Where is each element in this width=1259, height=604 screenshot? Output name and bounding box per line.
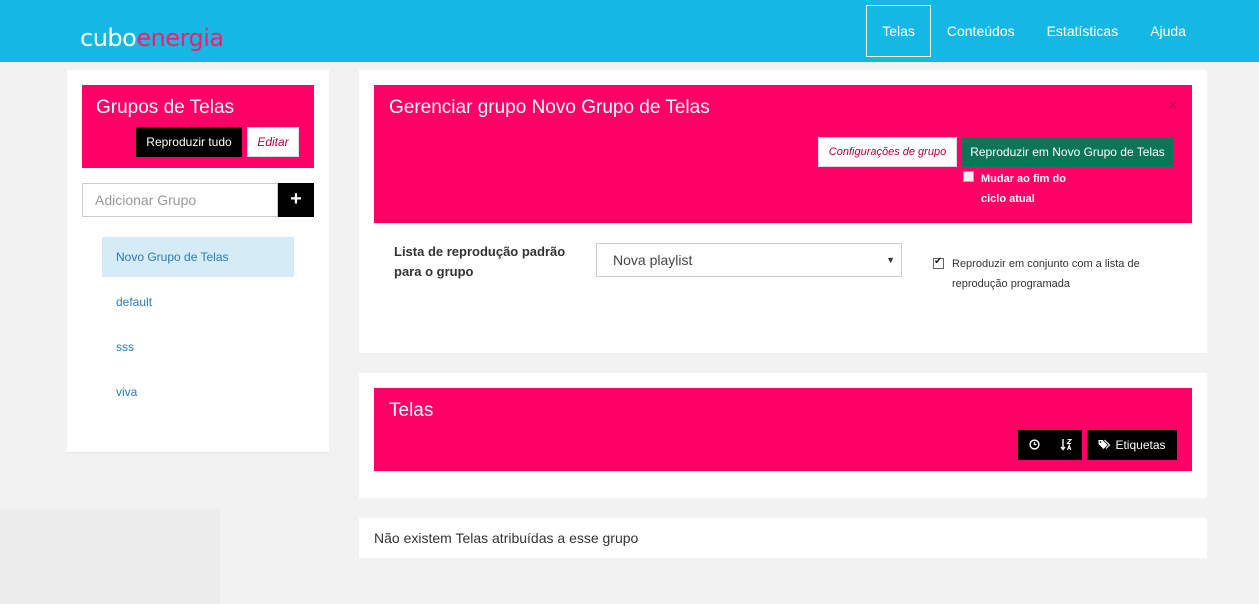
brand-logo[interactable]: cuboenergia xyxy=(80,24,224,52)
caret-down-icon: ▼ xyxy=(886,255,895,265)
screens-panel-title: Telas xyxy=(389,400,434,421)
play-in-group-button[interactable]: Reproduzir em Novo Grupo de Telas xyxy=(962,137,1173,167)
play-together-label: Reproduzir em conjunto com a lista de re… xyxy=(952,258,1140,290)
nav-estatisticas[interactable]: Estatísticas xyxy=(1031,5,1135,57)
group-item-novo-grupo[interactable]: Novo Grupo de Telas xyxy=(102,237,294,277)
main-nav: Telas Conteúdos Estatísticas Ajuda xyxy=(866,5,1202,57)
group-settings-button[interactable]: Configurações de grupo xyxy=(818,137,957,167)
manage-group-title: Gerenciar grupo Novo Grupo de Telas xyxy=(389,97,710,118)
manage-group-header: Gerenciar grupo Novo Grupo de Telas × Co… xyxy=(374,85,1192,223)
nav-telas[interactable]: Telas xyxy=(866,5,931,57)
edit-button[interactable]: Editar xyxy=(247,127,299,157)
playlist-selected-value: Nova playlist xyxy=(613,252,693,268)
add-group-input[interactable]: Adicionar Grupo xyxy=(82,183,278,217)
play-together-checkbox[interactable] xyxy=(933,256,944,269)
screens-panel-header: Telas Etiquetas xyxy=(374,388,1192,471)
brand-logo-part1: cubo xyxy=(80,24,137,52)
nav-ajuda[interactable]: Ajuda xyxy=(1134,5,1202,57)
group-item-sss[interactable]: sss xyxy=(102,327,294,367)
brand-logo-part2: energia xyxy=(136,24,224,52)
screens-panel: Telas Etiquetas xyxy=(359,373,1207,498)
play-all-button[interactable]: Reproduzir tudo xyxy=(136,127,242,157)
clock-button[interactable] xyxy=(1018,430,1050,460)
add-group-button[interactable]: + xyxy=(278,183,314,217)
plus-icon: + xyxy=(290,188,302,210)
close-icon[interactable]: × xyxy=(1167,95,1178,116)
cycle-checkbox[interactable] xyxy=(963,171,974,182)
nav-conteudos[interactable]: Conteúdos xyxy=(931,5,1031,57)
group-item-default[interactable]: default xyxy=(102,282,294,322)
group-item-viva[interactable]: viva xyxy=(102,372,294,412)
sort-alpha-icon xyxy=(1059,438,1072,451)
screens-empty-state: Não existem Telas atribuídas a esse grup… xyxy=(359,518,1207,558)
sort-button[interactable] xyxy=(1050,430,1082,460)
manage-group-panel: Gerenciar grupo Novo Grupo de Telas × Co… xyxy=(359,70,1207,353)
top-navbar: cuboenergia Telas Conteúdos Estatísticas… xyxy=(0,0,1259,62)
groups-panel-header: Grupos de Telas Reproduzir tudo Editar xyxy=(82,85,314,168)
group-list: Novo Grupo de Telas default sss viva xyxy=(102,237,294,417)
tags-button[interactable]: Etiquetas xyxy=(1087,430,1177,460)
cycle-checkbox-label: Mudar ao fim do ciclo atual xyxy=(981,173,1066,205)
tags-button-label: Etiquetas xyxy=(1115,438,1166,452)
default-playlist-label: Lista de reprodução padrão para o grupo xyxy=(394,244,566,279)
groups-panel: Grupos de Telas Reproduzir tudo Editar A… xyxy=(67,70,329,452)
clock-icon xyxy=(1028,439,1040,450)
empty-message: Não existem Telas atribuídas a esse grup… xyxy=(374,530,639,546)
tags-icon xyxy=(1098,439,1111,449)
default-playlist-select[interactable]: Nova playlist ▼ xyxy=(596,243,902,277)
background-shade xyxy=(0,509,220,604)
groups-panel-title: Grupos de Telas xyxy=(96,97,235,118)
